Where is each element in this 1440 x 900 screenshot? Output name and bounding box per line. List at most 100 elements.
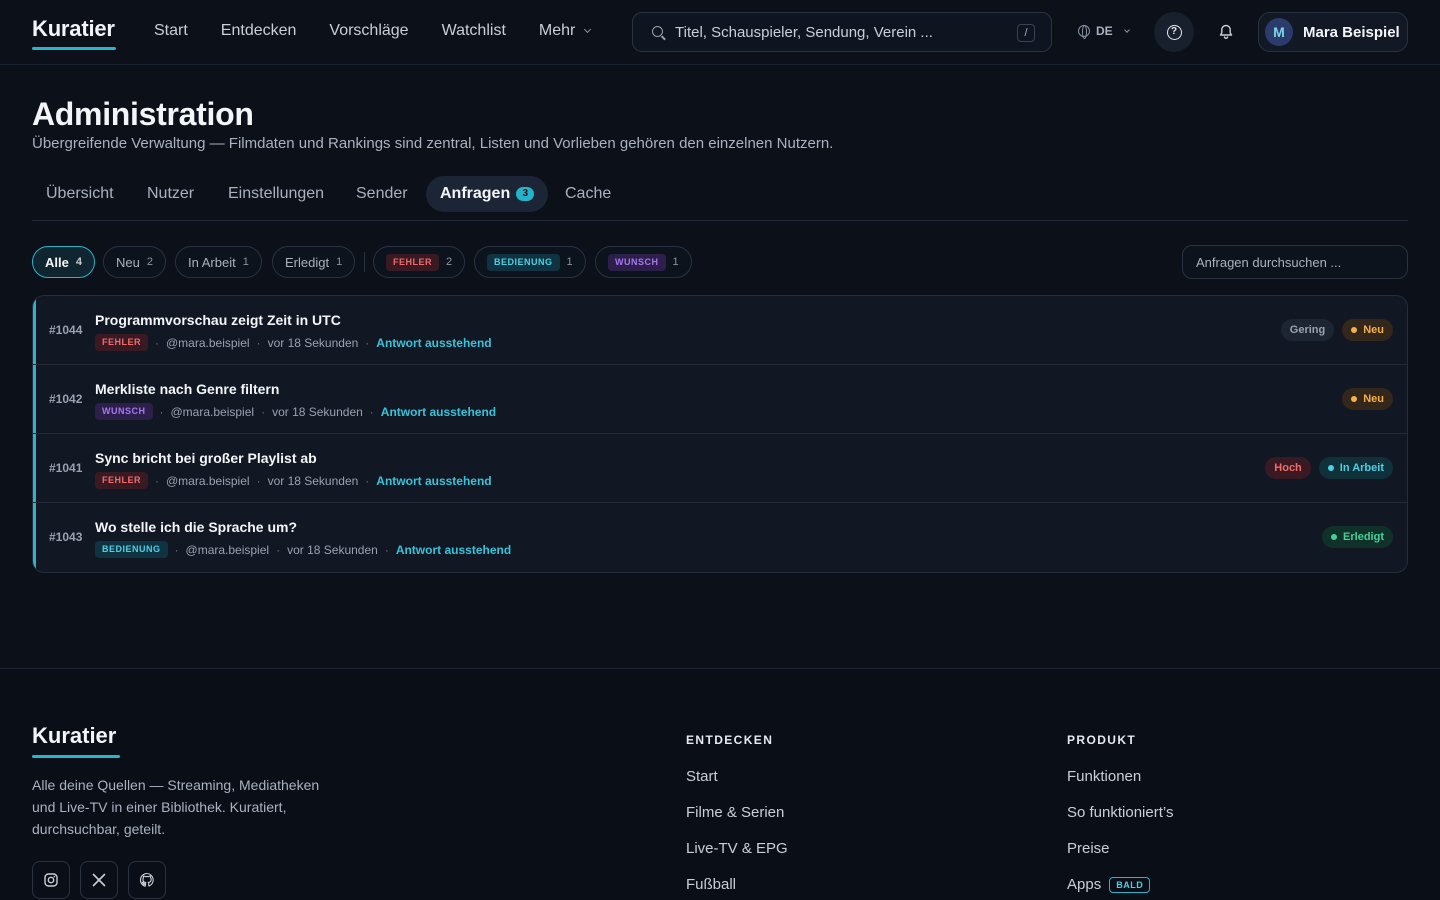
- footer-link[interactable]: Fußball: [686, 876, 736, 893]
- request-row[interactable]: #1042 Merkliste nach Genre filtern WUNSC…: [33, 365, 1407, 434]
- user-menu-button[interactable]: M Mara Beispiel: [1258, 12, 1408, 52]
- logo-underline: [32, 47, 116, 50]
- priority-badge: Gering: [1280, 319, 1335, 341]
- request-user: @mara.beispiel: [166, 335, 250, 350]
- language-switcher[interactable]: DE: [1078, 24, 1130, 39]
- footer-link[interactable]: So funktioniert’s: [1067, 804, 1173, 821]
- filter-alle[interactable]: Alle 4: [32, 246, 95, 278]
- filter-type-fehler[interactable]: FEHLER 2: [373, 246, 466, 278]
- request-id: #1044: [49, 323, 83, 337]
- chevron-down-icon: [1123, 26, 1130, 33]
- footer-link[interactable]: Filme & Serien: [686, 804, 784, 821]
- status-badge: Neu: [1342, 319, 1393, 341]
- tab-cache[interactable]: Cache: [551, 176, 625, 212]
- avatar: M: [1265, 18, 1293, 46]
- global-search-input[interactable]: [675, 21, 995, 43]
- request-user: @mara.beispiel: [170, 404, 255, 419]
- reply-status: Antwort ausstehend: [376, 473, 492, 488]
- filter-divider: [364, 252, 365, 272]
- github-icon: [139, 872, 154, 887]
- request-badges: Neu: [1342, 388, 1393, 410]
- filter-count: 1: [566, 256, 573, 268]
- help-button[interactable]: ?: [1154, 12, 1194, 52]
- request-title: Sync bricht bei großer Playlist ab: [95, 450, 317, 466]
- footer-link[interactable]: Funktionen: [1067, 768, 1141, 785]
- request-meta: FEHLER · @mara.beispiel · vor 18 Sekunden ·…: [95, 334, 492, 351]
- filter-count: 1: [672, 256, 679, 268]
- footer-link[interactable]: Preise: [1067, 840, 1110, 857]
- tab-sender[interactable]: Sender: [342, 176, 422, 212]
- chevron-down-icon: [584, 25, 592, 34]
- filter-in-arbeit[interactable]: In Arbeit 1: [175, 246, 262, 278]
- requests-search-input[interactable]: [1183, 246, 1407, 278]
- row-accent: [33, 296, 36, 364]
- x-icon: [92, 873, 106, 887]
- filter-neu[interactable]: Neu 2: [103, 246, 166, 278]
- filter-type-bedienung[interactable]: BEDIENUNG 1: [474, 246, 586, 278]
- request-title: Merkliste nach Genre filtern: [95, 381, 280, 397]
- app-logo[interactable]: Kuratier: [32, 16, 115, 42]
- footer-link[interactable]: Live-TV & EPG: [686, 840, 788, 857]
- request-id: #1041: [49, 461, 83, 475]
- type-tag: FEHLER: [95, 334, 148, 351]
- request-badges: Gering Neu: [1280, 319, 1393, 341]
- reply-status: Antwort ausstehend: [395, 542, 512, 557]
- filter-count: 1: [242, 256, 249, 268]
- footer-logo[interactable]: Kuratier: [32, 723, 116, 749]
- row-accent: [33, 503, 36, 572]
- type-tag: FEHLER: [95, 472, 148, 489]
- nav-entdecken[interactable]: Entdecken: [221, 22, 297, 40]
- github-button[interactable]: [128, 861, 166, 899]
- tab-uebersicht[interactable]: Übersicht: [32, 176, 128, 212]
- globe-icon: [1078, 25, 1090, 39]
- request-row[interactable]: #1043 Wo stelle ich die Sprache um? BEDI…: [33, 503, 1407, 572]
- filter-count: 2: [146, 256, 153, 268]
- priority-badge: Hoch: [1265, 457, 1311, 479]
- status-badge: Erledigt: [1322, 526, 1393, 548]
- nav-vorschlaege[interactable]: Vorschläge: [329, 22, 408, 40]
- nav-watchlist[interactable]: Watchlist: [442, 22, 506, 40]
- footer-col-title: ENTDECKEN: [686, 733, 774, 747]
- request-row[interactable]: #1044 Programmvorschau zeigt Zeit in UTC…: [33, 296, 1407, 365]
- request-title: Programmvorschau zeigt Zeit in UTC: [95, 312, 341, 328]
- instagram-icon: [44, 873, 58, 887]
- request-time: vor 18 Sekunden: [267, 473, 359, 488]
- tab-anfragen[interactable]: Anfragen 3: [426, 176, 549, 212]
- question-icon: ?: [1166, 24, 1182, 40]
- logo-underline: [32, 755, 120, 758]
- status-label: In Arbeit: [1339, 462, 1384, 474]
- request-id: #1043: [49, 530, 83, 544]
- instagram-button[interactable]: [32, 861, 70, 899]
- nav-mehr-label: Mehr: [538, 22, 576, 39]
- footer-link-label: Apps: [1067, 876, 1102, 893]
- nav-mehr[interactable]: Mehr: [538, 22, 592, 40]
- nav-start[interactable]: Start: [154, 22, 188, 40]
- x-button[interactable]: [80, 861, 118, 899]
- filter-count: 1: [336, 256, 343, 268]
- coming-soon-badge: BALD: [1109, 877, 1151, 894]
- request-title: Wo stelle ich die Sprache um?: [95, 519, 298, 535]
- request-id: #1042: [49, 392, 83, 406]
- type-tag: WUNSCH: [95, 403, 153, 420]
- tab-einstellungen[interactable]: Einstellungen: [214, 176, 338, 212]
- status-badge: In Arbeit: [1318, 457, 1393, 479]
- status-label: Erledigt: [1343, 531, 1384, 543]
- requests-list: #1044 Programmvorschau zeigt Zeit in UTC…: [32, 295, 1408, 573]
- request-row[interactable]: #1041 Sync bricht bei großer Playlist ab…: [33, 434, 1407, 503]
- status-badge: Neu: [1342, 388, 1393, 410]
- filter-type-wunsch[interactable]: WUNSCH 1: [595, 246, 692, 278]
- request-time: vor 18 Sekunden: [267, 335, 359, 350]
- filter-erledigt[interactable]: Erledigt 1: [272, 246, 356, 278]
- footer-link-apps[interactable]: Apps BALD: [1067, 876, 1151, 894]
- tab-nutzer[interactable]: Nutzer: [133, 176, 208, 212]
- notifications-button[interactable]: [1206, 12, 1246, 52]
- main-nav: Start Entdecken Vorschläge Watchlist Meh…: [154, 22, 623, 40]
- type-tag-bedienung: BEDIENUNG: [487, 253, 560, 271]
- footer-link[interactable]: Start: [686, 768, 718, 785]
- page-title: Administration: [32, 96, 254, 132]
- top-navigation-bar: Kuratier Start Entdecken Vorschläge Watc…: [0, 0, 1440, 65]
- filter-count: 4: [75, 256, 82, 268]
- type-tag-wunsch: WUNSCH: [608, 253, 666, 271]
- tab-anfragen-label: Anfragen: [440, 185, 511, 202]
- request-meta: WUNSCH · @mara.beispiel · vor 18 Sekunden ·…: [95, 403, 496, 420]
